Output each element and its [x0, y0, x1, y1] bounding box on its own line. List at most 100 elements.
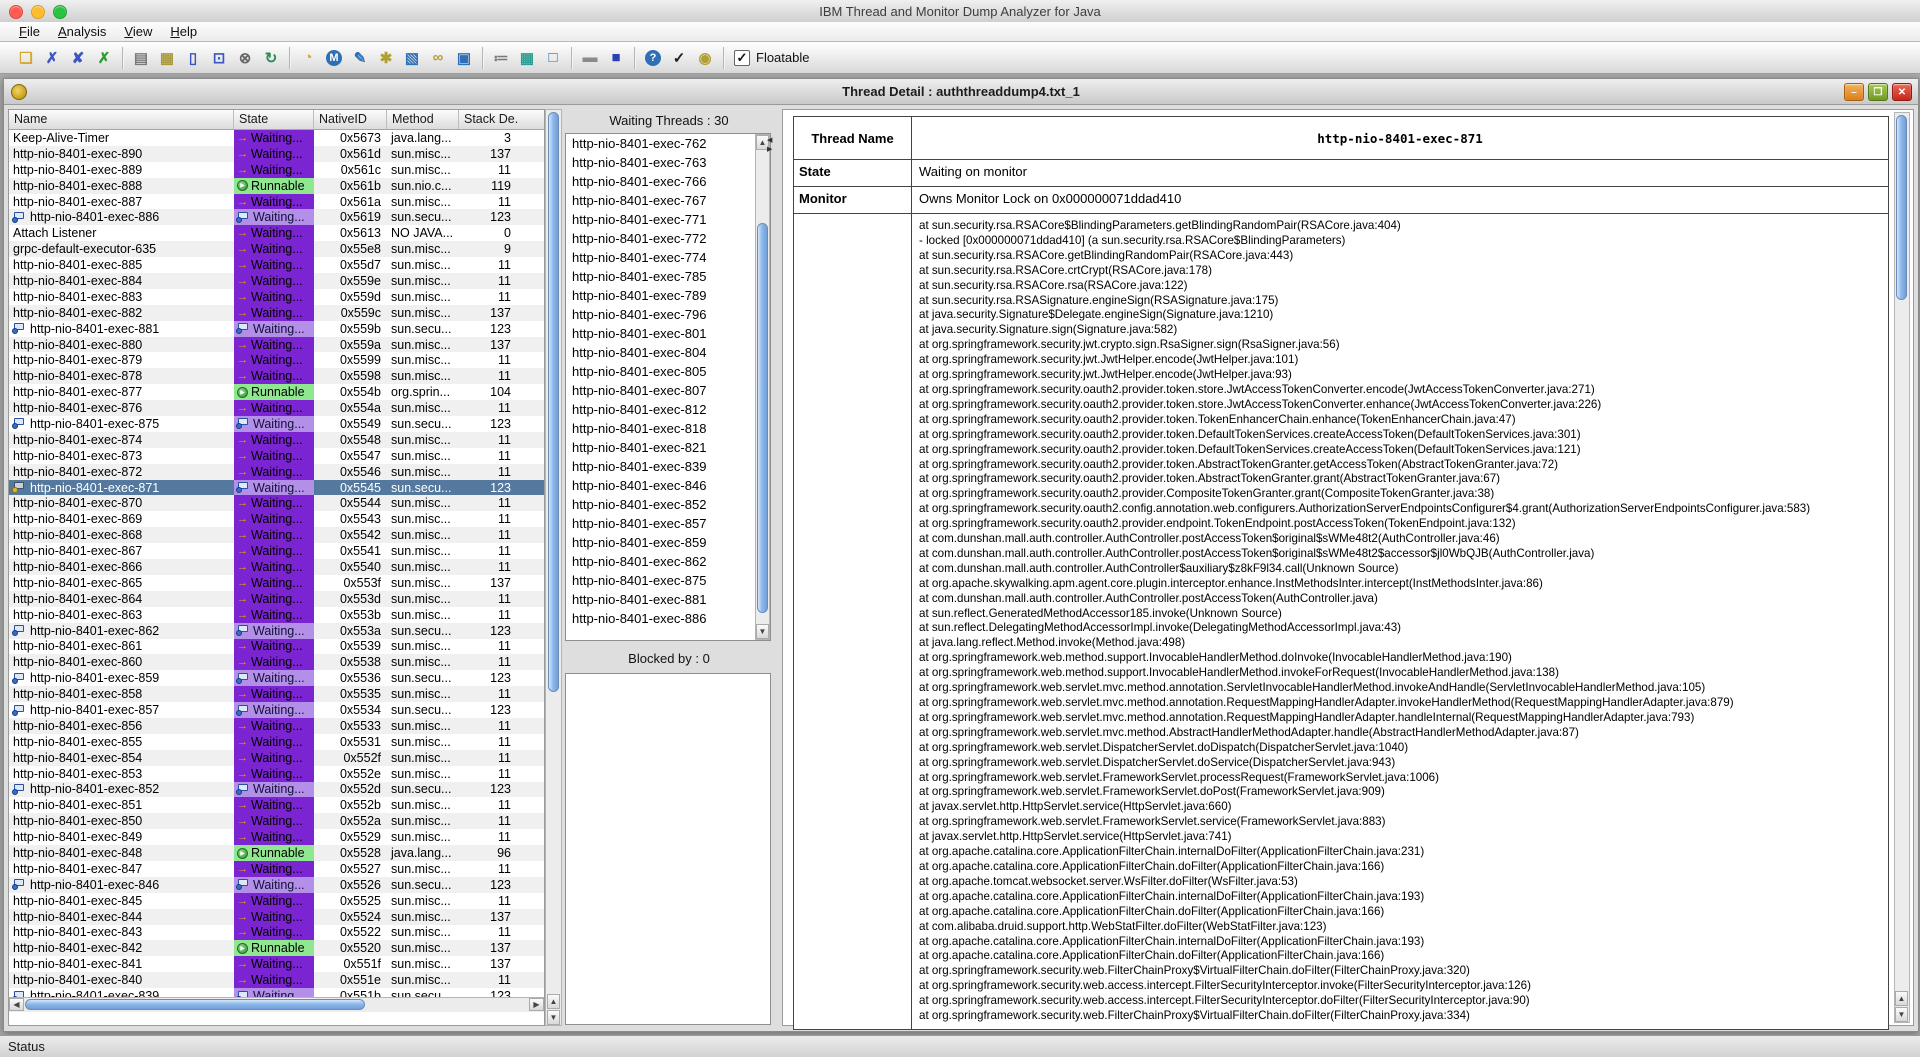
menu-analysis[interactable]: Analysis — [49, 24, 115, 39]
help-icon[interactable]: ? — [645, 50, 661, 66]
thread-row[interactable]: http-nio-8401-exec-849→Waiting...0x5529s… — [9, 829, 544, 845]
thread-row[interactable]: http-nio-8401-exec-861→Waiting...0x5539s… — [9, 639, 544, 655]
thread-row[interactable]: http-nio-8401-exec-890→Waiting...0x561ds… — [9, 146, 544, 162]
thread-row[interactable]: http-nio-8401-exec-859Waiting...0x5536su… — [9, 670, 544, 686]
thread-row[interactable]: http-nio-8401-exec-871Waiting...0x5545su… — [9, 480, 544, 496]
zoom-traffic-light[interactable] — [53, 5, 67, 19]
gear-analysis-icon[interactable]: ✱ — [376, 48, 396, 68]
floatable-checkbox[interactable]: ✓ — [734, 50, 750, 66]
thread-row[interactable]: http-nio-8401-exec-850→Waiting...0x552as… — [9, 813, 544, 829]
thread-row[interactable]: http-nio-8401-exec-886Waiting...0x5619su… — [9, 209, 544, 225]
waiting-thread-item[interactable]: http-nio-8401-exec-812 — [566, 400, 755, 419]
waiting-thread-item[interactable]: http-nio-8401-exec-767 — [566, 191, 755, 210]
cascade-windows-icon[interactable]: ▣ — [454, 48, 474, 68]
close-thread-icon[interactable]: ✗ — [42, 48, 62, 68]
thread-row[interactable]: http-nio-8401-exec-878→Waiting...0x5598s… — [9, 368, 544, 384]
thread-row[interactable]: http-nio-8401-exec-884→Waiting...0x559es… — [9, 273, 544, 289]
waiting-thread-item[interactable]: http-nio-8401-exec-766 — [566, 172, 755, 191]
thread-row[interactable]: http-nio-8401-exec-873→Waiting...0x5547s… — [9, 448, 544, 464]
waiting-thread-item[interactable]: http-nio-8401-exec-774 — [566, 248, 755, 267]
window-maximize-button[interactable]: ❐ — [1868, 83, 1888, 101]
scroll-right-button[interactable]: ▶ — [529, 998, 544, 1011]
waiting-thread-item[interactable]: http-nio-8401-exec-857 — [566, 514, 755, 533]
thread-table-hscrollbar[interactable]: ◀ ▶ — [9, 997, 544, 1012]
waiting-thread-item[interactable]: http-nio-8401-exec-796 — [566, 305, 755, 324]
thread-row[interactable]: http-nio-8401-exec-883→Waiting...0x559ds… — [9, 289, 544, 305]
monitor-detail-icon[interactable]: ⊡ — [209, 48, 229, 68]
thread-row[interactable]: http-nio-8401-exec-880→Waiting...0x559as… — [9, 337, 544, 353]
thread-row[interactable]: http-nio-8401-exec-876→Waiting...0x554as… — [9, 400, 544, 416]
window-close-button[interactable]: ✕ — [1892, 83, 1912, 101]
clipboard-icon[interactable]: ▤ — [131, 48, 151, 68]
thread-row[interactable]: http-nio-8401-exec-844→Waiting...0x5524s… — [9, 909, 544, 925]
attach-icon[interactable]: ∞ — [428, 48, 448, 68]
checklist-icon[interactable]: ≔ — [491, 48, 511, 68]
check-icon[interactable]: ✓ — [669, 48, 689, 68]
close-all-threads-icon[interactable]: ✘ — [68, 48, 88, 68]
waiting-thread-item[interactable]: http-nio-8401-exec-789 — [566, 286, 755, 305]
detail-vscrollbar[interactable]: ▲ ▼ — [1894, 112, 1910, 1023]
scroll-left-button[interactable]: ◀ — [9, 998, 24, 1011]
thread-row[interactable]: http-nio-8401-exec-841→Waiting...0x551fs… — [9, 956, 544, 972]
thread-row[interactable]: http-nio-8401-exec-888▶Runnable0x561bsun… — [9, 178, 544, 194]
window-outline-icon[interactable]: □ — [543, 48, 563, 68]
waiting-thread-item[interactable]: http-nio-8401-exec-771 — [566, 210, 755, 229]
splitter-toggle-arrows[interactable]: ◀▶ — [767, 137, 772, 153]
waiting-thread-item[interactable]: http-nio-8401-exec-886 — [566, 609, 755, 628]
menu-help[interactable]: Help — [161, 24, 206, 39]
waiting-thread-item[interactable]: http-nio-8401-exec-762 — [566, 134, 755, 153]
thread-row[interactable]: http-nio-8401-exec-858→Waiting...0x5535s… — [9, 686, 544, 702]
waiting-scroll-down-button[interactable]: ▼ — [756, 624, 769, 639]
thread-row[interactable]: http-nio-8401-exec-889→Waiting...0x561cs… — [9, 162, 544, 178]
thread-row[interactable]: http-nio-8401-exec-874→Waiting...0x5548s… — [9, 432, 544, 448]
waiting-list-scrollbar[interactable]: ▲ ▼ — [755, 134, 770, 640]
column-header-name[interactable]: Name — [9, 110, 234, 129]
thread-row[interactable]: http-nio-8401-exec-857Waiting...0x5534su… — [9, 702, 544, 718]
thread-row[interactable]: http-nio-8401-exec-885→Waiting...0x55d7s… — [9, 257, 544, 273]
waiting-thread-item[interactable]: http-nio-8401-exec-862 — [566, 552, 755, 571]
snapshot-icon[interactable]: ◉ — [695, 48, 715, 68]
scroll-down-button[interactable]: ▼ — [547, 1010, 560, 1025]
thread-row[interactable]: http-nio-8401-exec-875Waiting...0x5549su… — [9, 416, 544, 432]
thread-row[interactable]: http-nio-8401-exec-865→Waiting...0x553fs… — [9, 575, 544, 591]
column-header-state[interactable]: State — [234, 110, 314, 129]
waiting-thread-item[interactable]: http-nio-8401-exec-763 — [566, 153, 755, 172]
menu-view[interactable]: View — [115, 24, 161, 39]
thread-row[interactable]: http-nio-8401-exec-877▶Runnable0x554borg… — [9, 384, 544, 400]
thread-row[interactable]: http-nio-8401-exec-840→Waiting...0x551es… — [9, 972, 544, 988]
thread-row[interactable]: http-nio-8401-exec-851→Waiting...0x552bs… — [9, 797, 544, 813]
waiting-thread-item[interactable]: http-nio-8401-exec-804 — [566, 343, 755, 362]
waiting-thread-item[interactable]: http-nio-8401-exec-859 — [566, 533, 755, 552]
thread-row[interactable]: http-nio-8401-exec-856→Waiting...0x5533s… — [9, 718, 544, 734]
thread-row[interactable]: http-nio-8401-exec-846Waiting...0x5526su… — [9, 877, 544, 893]
pin-icon[interactable]: ▯ — [183, 48, 203, 68]
thread-row[interactable]: http-nio-8401-exec-868→Waiting...0x5542s… — [9, 527, 544, 543]
thread-row[interactable]: http-nio-8401-exec-863→Waiting...0x553bs… — [9, 607, 544, 623]
thread-table-vscrollbar[interactable]: ▲ ▼ — [545, 109, 562, 1026]
textfield-icon[interactable]: ▬ — [580, 48, 600, 68]
detail-scroll-up-button[interactable]: ▲ — [1895, 991, 1908, 1006]
detail-scroll-down-button[interactable]: ▼ — [1895, 1007, 1908, 1022]
column-header-nativeid[interactable]: NativeID — [314, 110, 387, 129]
waiting-thread-item[interactable]: http-nio-8401-exec-785 — [566, 267, 755, 286]
compare-pen-icon[interactable]: ✎ — [350, 48, 370, 68]
chart-icon[interactable]: ▧ — [402, 48, 422, 68]
waiting-thread-item[interactable]: http-nio-8401-exec-852 — [566, 495, 755, 514]
thread-row[interactable]: http-nio-8401-exec-852Waiting...0x552dsu… — [9, 782, 544, 798]
thread-row[interactable]: http-nio-8401-exec-882→Waiting...0x559cs… — [9, 305, 544, 321]
refresh-icon[interactable]: ↻ — [261, 48, 281, 68]
thread-row[interactable]: http-nio-8401-exec-881Waiting...0x559bsu… — [9, 321, 544, 337]
thread-row[interactable]: http-nio-8401-exec-860→Waiting...0x5538s… — [9, 654, 544, 670]
thread-row[interactable]: http-nio-8401-exec-867→Waiting...0x5541s… — [9, 543, 544, 559]
column-header-stackdepth[interactable]: Stack De... — [459, 110, 519, 129]
waiting-thread-item[interactable]: http-nio-8401-exec-821 — [566, 438, 755, 457]
thread-row[interactable]: http-nio-8401-exec-879→Waiting...0x5599s… — [9, 352, 544, 368]
thread-row[interactable]: http-nio-8401-exec-854→Waiting...0x552fs… — [9, 750, 544, 766]
thread-row[interactable]: http-nio-8401-exec-887→Waiting...0x561as… — [9, 194, 544, 210]
window-filled-icon[interactable]: ■ — [606, 48, 626, 68]
scroll-up-button[interactable]: ▲ — [547, 994, 560, 1009]
thread-row[interactable]: http-nio-8401-exec-845→Waiting...0x5525s… — [9, 893, 544, 909]
thread-row[interactable]: http-nio-8401-exec-855→Waiting...0x5531s… — [9, 734, 544, 750]
thread-row[interactable]: http-nio-8401-exec-843→Waiting...0x5522s… — [9, 925, 544, 941]
waiting-thread-item[interactable]: http-nio-8401-exec-839 — [566, 457, 755, 476]
